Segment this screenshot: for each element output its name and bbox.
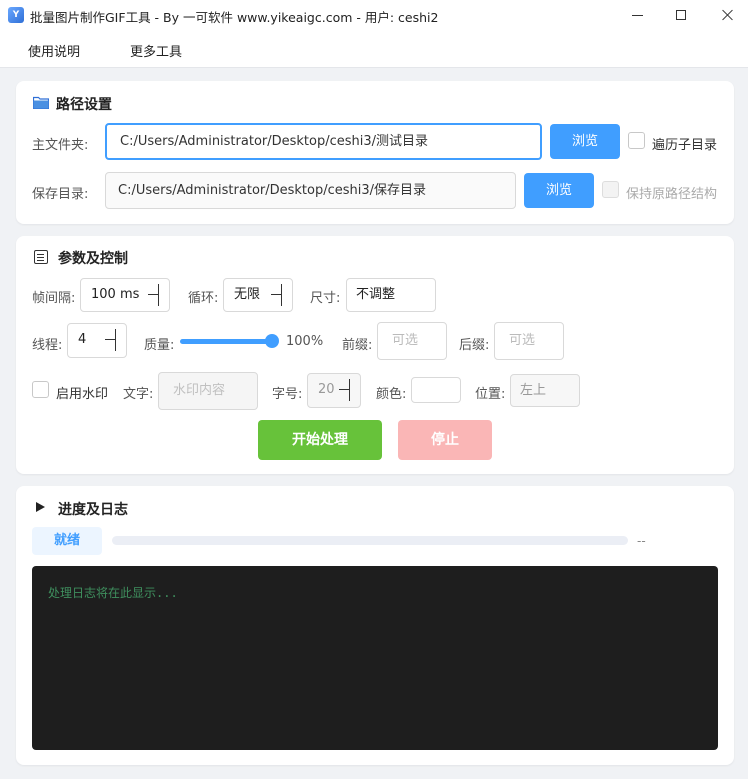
start-button[interactable]: 开始处理 [258, 420, 382, 460]
frame-interval-stepper[interactable]: 100 ms [80, 278, 170, 312]
stepper-arrows-icon[interactable] [339, 379, 350, 401]
size-select[interactable]: 不调整 [346, 278, 436, 312]
browse-save-dir-button[interactable]: 浏览 [524, 173, 594, 208]
save-dir-input[interactable]: C:/Users/Administrator/Desktop/ceshi3/保存… [105, 172, 516, 209]
loop-value: 无限 [234, 287, 261, 302]
watermark-text-input[interactable]: 水印内容 [158, 372, 258, 410]
font-size-stepper[interactable]: 20 [307, 373, 361, 408]
title-bar: Y 批量图片制作GIF工具 - By 一可软件 www.yikeaigc.com… [0, 0, 748, 30]
watermark-label: 启用水印 [56, 387, 109, 402]
menu-item-help[interactable]: 使用说明 [28, 41, 80, 60]
loop-select[interactable]: 无限 [223, 278, 293, 312]
suffix-label: 后缀: [459, 338, 490, 353]
font-size-label: 字号: [272, 387, 303, 402]
minimize-icon [631, 14, 643, 16]
list-icon [34, 250, 48, 264]
main-folder-label: 主文件夹: [32, 138, 89, 153]
watermark-checkbox[interactable] [32, 381, 49, 398]
menu-bar: 使用说明 更多工具 [0, 30, 748, 68]
keep-structure-label: 保持原路径结构 [626, 187, 718, 202]
color-label: 颜色: [376, 387, 407, 402]
progress-bar [112, 536, 628, 545]
frame-interval-value: 100 ms [91, 287, 140, 302]
main-folder-input[interactable]: C:/Users/Administrator/Desktop/ceshi3/测试… [105, 123, 542, 160]
param-section-title: 参数及控制 [58, 251, 128, 267]
progress-log-card: 进度及日志 就绪 -- 处理日志将在此显示... [16, 486, 734, 765]
status-badge: 就绪 [32, 527, 102, 555]
prefix-label: 前缀: [342, 338, 373, 353]
menu-item-more-tools[interactable]: 更多工具 [130, 41, 182, 60]
maximize-icon [676, 10, 686, 20]
traverse-subdirs-label: 遍历子目录 [652, 138, 718, 153]
maximize-button[interactable] [658, 0, 704, 30]
close-icon [721, 9, 733, 21]
frame-interval-label: 帧间隔: [32, 291, 76, 306]
prefix-input[interactable]: 可选 [377, 322, 447, 360]
browse-main-folder-button[interactable]: 浏览 [550, 124, 620, 159]
color-picker[interactable] [411, 377, 461, 403]
traverse-subdirs-checkbox[interactable] [628, 132, 645, 149]
minimize-button[interactable] [614, 0, 660, 30]
threads-label: 线程: [32, 338, 63, 353]
quality-slider-thumb[interactable] [265, 334, 279, 348]
parameters-card: 参数及控制 帧间隔: 100 ms 循环: 无限 尺寸: 不调整 线程: 4 质… [16, 236, 734, 474]
app-icon: Y [8, 7, 24, 23]
loop-label: 循环: [188, 291, 219, 306]
suffix-input[interactable]: 可选 [494, 322, 564, 360]
select-arrows-icon[interactable] [271, 284, 282, 306]
path-settings-card: 路径设置 主文件夹: C:/Users/Administrator/Deskto… [16, 81, 734, 224]
stop-button[interactable]: 停止 [398, 420, 492, 460]
close-button[interactable] [704, 0, 748, 30]
threads-value: 4 [78, 332, 87, 347]
log-section-title: 进度及日志 [58, 502, 128, 518]
folder-icon [33, 96, 49, 109]
threads-stepper[interactable]: 4 [67, 323, 127, 358]
path-section-title: 路径设置 [56, 97, 112, 113]
save-dir-label: 保存目录: [32, 187, 89, 202]
position-label: 位置: [475, 387, 506, 402]
log-placeholder: 处理日志将在此显示... [48, 586, 178, 600]
stepper-arrows-icon[interactable] [105, 329, 116, 351]
window-title: 批量图片制作GIF工具 - By 一可软件 www.yikeaigc.com -… [30, 10, 439, 25]
size-label: 尺寸: [310, 291, 341, 306]
quality-slider-track[interactable] [180, 339, 272, 344]
quality-value: 100% [286, 334, 324, 349]
log-area[interactable]: 处理日志将在此显示... [32, 566, 718, 750]
keep-structure-checkbox[interactable] [602, 181, 619, 198]
watermark-text-label: 文字: [123, 387, 154, 402]
collapse-triangle-icon[interactable] [36, 502, 45, 512]
position-select[interactable]: 左上 [510, 374, 580, 407]
quality-label: 质量: [144, 338, 175, 353]
font-size-value: 20 [318, 382, 335, 397]
progress-text: -- [637, 534, 646, 548]
stepper-arrows-icon[interactable] [148, 284, 159, 306]
